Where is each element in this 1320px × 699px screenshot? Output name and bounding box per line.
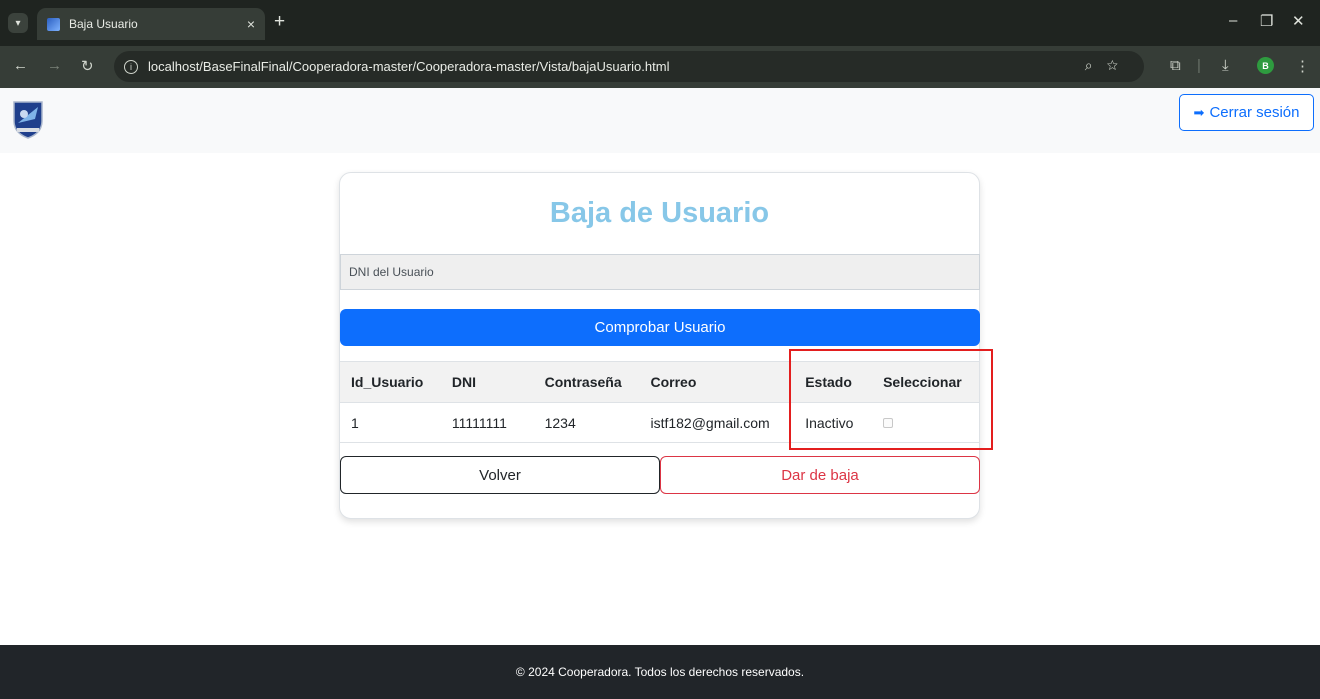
tab-search-chevron-icon[interactable]: ▾ — [8, 13, 28, 33]
cell-id: 1 — [340, 402, 441, 443]
page-footer: © 2024 Cooperadora. Todos los derechos r… — [0, 645, 1320, 699]
logout-label: Cerrar sesión — [1209, 104, 1300, 121]
red-highlight-box — [789, 349, 993, 450]
dni-input[interactable] — [340, 254, 980, 290]
footer-text: © 2024 Cooperadora. Todos los derechos r… — [515, 665, 805, 679]
header-id: Id_Usuario — [340, 361, 441, 403]
close-window-icon[interactable]: ✕ — [1292, 12, 1305, 30]
reload-icon[interactable]: ↻ — [81, 57, 94, 75]
toolbar-divider: | — [1197, 57, 1201, 74]
menu-kebab-icon[interactable]: ⋮ — [1295, 57, 1310, 75]
sign-out-icon: ➡ — [1193, 104, 1205, 120]
tab-close-icon[interactable]: × — [247, 16, 255, 32]
new-tab-icon[interactable]: + — [274, 11, 285, 33]
browser-tab-bar: ▾ Baja Usuario × + – ❐ ✕ — [0, 0, 1320, 46]
back-arrow-icon[interactable]: ← — [13, 57, 28, 74]
minimize-icon[interactable]: – — [1229, 12, 1237, 29]
header-email: Correo — [639, 361, 795, 403]
browser-toolbar: ← → ↻ i localhost/BaseFinalFinal/Coopera… — [0, 46, 1320, 88]
cell-password: 1234 — [533, 402, 640, 443]
address-bar[interactable]: i localhost/BaseFinalFinal/Cooperadora-m… — [114, 51, 1144, 82]
page-title: Baja de Usuario — [549, 197, 770, 229]
cell-email: istf182@gmail.com — [639, 402, 795, 443]
tab-title: Baja Usuario — [69, 17, 138, 31]
download-icon[interactable]: ⤓ — [1222, 57, 1229, 74]
favicon-icon — [47, 17, 60, 31]
cooperadora-logo-icon — [13, 101, 43, 139]
restore-icon[interactable]: ❐ — [1260, 12, 1273, 30]
forward-arrow-icon[interactable]: → — [47, 57, 62, 74]
back-button[interactable]: Volver — [340, 456, 660, 494]
header-password: Contraseña — [533, 361, 640, 403]
profile-avatar[interactable]: B — [1257, 57, 1274, 74]
baja-usuario-card: Baja de Usuario Comprobar Usuario Id_Usu… — [339, 172, 980, 519]
extensions-icon[interactable]: ⧉ — [1170, 57, 1181, 74]
zoom-bookmark-icons[interactable]: ⌕☆ — [1085, 57, 1132, 74]
header-dni: DNI — [440, 361, 534, 403]
cell-dni: 11111111 — [440, 402, 534, 443]
logout-button[interactable]: ➡ Cerrar sesión — [1179, 94, 1314, 131]
delete-user-button[interactable]: Dar de baja — [660, 456, 980, 494]
browser-tab[interactable]: Baja Usuario × — [37, 8, 265, 40]
check-user-button[interactable]: Comprobar Usuario — [340, 309, 980, 346]
site-info-icon[interactable]: i — [124, 59, 138, 74]
page-header: ➡ Cerrar sesión — [0, 88, 1320, 153]
url-text: localhost/BaseFinalFinal/Cooperadora-mas… — [148, 59, 670, 74]
